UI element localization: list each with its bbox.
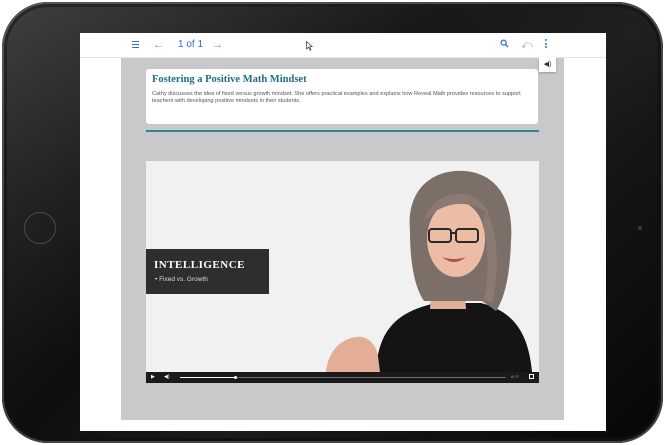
play-icon[interactable]: ▶ [151,374,155,380]
section-divider [146,130,539,132]
back-arrow-icon[interactable]: ← [153,38,164,52]
camera-lens [638,226,642,230]
page-indicator: 1 of 1 [178,39,204,50]
seek-progress [180,377,236,378]
forward-arrow-icon[interactable]: → [212,38,223,52]
time-label: 0:?? [511,374,519,379]
home-button[interactable] [24,212,56,244]
video-player[interactable]: INTELLIGENCE • Fixed vs. Growth ▶ ◀) 0:?… [146,161,539,383]
presenter-image [326,170,532,372]
caption-subtitle: • Fixed vs. Growth [155,276,208,283]
lesson-title: Fostering a Positive Math Mindset [152,74,307,85]
lesson-card: Fostering a Positive Math Mindset Cathy … [146,69,538,124]
more-options-icon[interactable] [545,39,548,50]
menu-icon[interactable] [132,41,139,48]
caption-title: INTELLIGENCE [154,259,245,271]
search-icon[interactable] [500,39,509,53]
seek-bar[interactable] [180,376,506,379]
cursor-icon [306,40,314,56]
lower-third-caption: INTELLIGENCE • Fixed vs. Growth [146,249,269,294]
tablet-frame: ← 1 of 1 → ⤺ ◀) Fostering a Positive Mat… [2,2,663,443]
fullscreen-icon[interactable] [529,374,534,379]
undo-icon[interactable]: ⤺ [521,38,533,52]
seek-handle[interactable] [233,376,237,379]
audio-button[interactable]: ◀) [539,57,556,72]
volume-icon[interactable]: ◀) [164,374,170,380]
app-screen: ← 1 of 1 → ⤺ ◀) Fostering a Positive Mat… [80,33,606,431]
reader-toolbar: ← 1 of 1 → ⤺ [80,33,606,58]
lesson-description: Cathy discusses the idea of fixed versus… [152,91,521,104]
bottom-margin [80,420,606,431]
video-controls: ▶ ◀) 0:?? [146,372,539,383]
